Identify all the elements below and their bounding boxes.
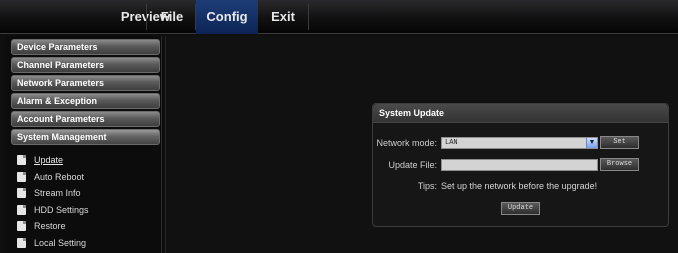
sidebar-item-label: Local Setting (34, 237, 87, 248)
tab-divider (308, 4, 309, 30)
sidebar-item-stream-info[interactable]: Stream Info (17, 184, 161, 201)
sidebar-category-channel-parameters[interactable]: Channel Parameters (11, 57, 160, 73)
document-icon (17, 171, 26, 182)
system-management-submenu: Update Auto Reboot Stream Info HDD Setti… (5, 151, 161, 250)
tips-label: Tips: (417, 181, 437, 191)
update-file-input[interactable] (441, 159, 598, 171)
top-nav-bar: Preview File Config Exit (0, 0, 678, 34)
set-button[interactable]: Set (600, 136, 639, 149)
sidebar-item-label: HDD Settings (34, 204, 89, 215)
system-update-panel: System Update Network mode: LAN ▼ Set Up… (372, 103, 669, 227)
tab-divider (146, 4, 147, 30)
tips-text: Set up the network before the upgrade! (441, 181, 598, 191)
update-file-label: Update File: (388, 160, 437, 170)
tab-config[interactable]: Config (196, 0, 258, 34)
document-icon (17, 188, 26, 198)
config-sidebar: Device Parameters Channel Parameters Net… (5, 36, 162, 253)
sidebar-item-local-setting[interactable]: Local Setting (17, 234, 161, 251)
sidebar-item-update[interactable]: Update (17, 151, 161, 168)
sidebar-category-device-parameters[interactable]: Device Parameters (11, 39, 160, 55)
tab-exit[interactable]: Exit (258, 0, 308, 34)
document-icon (17, 221, 26, 231)
panel-title: System Update (373, 104, 668, 123)
document-icon (17, 155, 26, 165)
sidebar-item-label: Auto Reboot (34, 171, 85, 182)
sidebar-item-label: Restore (34, 221, 66, 231)
chevron-down-icon[interactable]: ▼ (586, 138, 597, 148)
sidebar-item-hdd-settings[interactable]: HDD Settings (17, 201, 161, 218)
update-button[interactable]: Update (501, 202, 540, 215)
sidebar-item-restore[interactable]: Restore (17, 217, 161, 234)
sidebar-item-label: Update (34, 155, 64, 165)
sidebar-item-auto-reboot[interactable]: Auto Reboot (17, 168, 161, 185)
network-mode-select[interactable]: LAN ▼ (441, 137, 598, 149)
tab-file[interactable]: File (150, 0, 194, 34)
browse-button[interactable]: Browse (600, 158, 639, 171)
network-mode-value: LAN (445, 139, 458, 147)
sidebar-item-label: Stream Info (34, 188, 81, 198)
sidebar-category-network-parameters[interactable]: Network Parameters (11, 75, 160, 91)
sidebar-category-system-management[interactable]: System Management (11, 129, 160, 145)
network-mode-label: Network mode: (376, 138, 437, 148)
document-icon (17, 237, 26, 248)
document-icon (17, 204, 26, 215)
sidebar-category-account-parameters[interactable]: Account Parameters (11, 111, 160, 127)
sidebar-category-alarm-exception[interactable]: Alarm & Exception (11, 93, 160, 109)
